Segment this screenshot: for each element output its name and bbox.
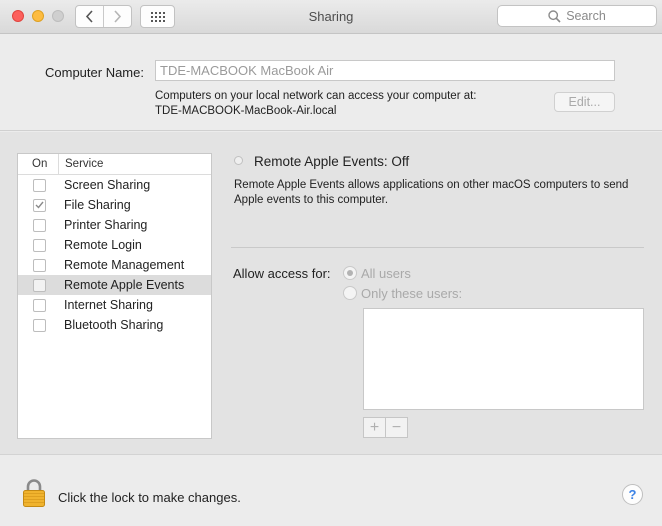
service-list: On Service Screen Sharing File Sharing Pri… <box>17 153 212 439</box>
service-label: Printer Sharing <box>64 218 148 232</box>
service-row[interactable]: Remote Login <box>18 235 211 255</box>
service-checkbox[interactable] <box>33 238 46 252</box>
minimize-window-button[interactable] <box>32 10 44 22</box>
service-row[interactable]: Printer Sharing <box>18 215 211 235</box>
search-placeholder: Search <box>566 9 606 23</box>
service-list-header: On Service <box>18 154 211 175</box>
lock-icon <box>23 479 45 507</box>
all-users-radio[interactable] <box>343 266 357 280</box>
column-header-on[interactable]: On <box>18 154 59 174</box>
network-address-line-1: Computers on your local network can acce… <box>155 90 477 102</box>
add-remove-buttons: + − <box>363 417 408 438</box>
service-row[interactable]: Remote Apple Events <box>18 275 211 295</box>
footer: Click the lock to make changes. ? <box>0 454 662 526</box>
service-row[interactable]: Bluetooth Sharing <box>18 315 211 335</box>
column-header-service[interactable]: Service <box>59 158 103 170</box>
show-all-button[interactable] <box>140 5 175 28</box>
service-row[interactable]: Internet Sharing <box>18 295 211 315</box>
lock-button[interactable] <box>22 478 46 511</box>
service-checkbox[interactable] <box>33 178 46 192</box>
service-checkbox[interactable] <box>33 198 46 212</box>
service-row[interactable]: Remote Management <box>18 255 211 275</box>
only-these-users-label: Only these users: <box>361 286 463 301</box>
search-field[interactable]: Search <box>497 5 657 27</box>
chevron-left-icon <box>86 10 93 23</box>
forward-button[interactable] <box>103 6 131 27</box>
service-label: Remote Login <box>64 238 142 252</box>
service-label: File Sharing <box>64 198 131 212</box>
search-icon <box>548 9 561 23</box>
edit-button[interactable]: Edit... <box>554 92 615 112</box>
service-label: Internet Sharing <box>64 298 153 312</box>
service-checkbox[interactable] <box>33 278 46 292</box>
radio-selected-dot <box>347 270 353 276</box>
network-address-line-2: TDE-MACBOOK-MacBook-Air.local <box>155 105 337 117</box>
network-address-text: Computers on your local network can acce… <box>155 89 477 119</box>
service-checkbox[interactable] <box>33 218 46 232</box>
service-status: Remote Apple Events: Off <box>254 154 410 169</box>
chevron-right-icon <box>114 10 122 23</box>
service-checkbox[interactable] <box>33 298 46 312</box>
computer-name-label: Computer Name: <box>45 65 144 80</box>
computer-name-section: Computer Name: TDE-MACBOOK MacBook Air C… <box>0 35 662 131</box>
service-label: Remote Management <box>64 258 185 272</box>
service-row[interactable]: File Sharing <box>18 195 211 215</box>
title-bar: Sharing Search <box>0 0 662 34</box>
back-button[interactable] <box>76 6 103 27</box>
zoom-window-button[interactable] <box>52 10 64 22</box>
computer-name-field[interactable]: TDE-MACBOOK MacBook Air <box>155 60 615 81</box>
service-row[interactable]: Screen Sharing <box>18 175 211 195</box>
users-list[interactable] <box>363 308 644 410</box>
checkmark-icon <box>35 201 44 209</box>
service-label: Remote Apple Events <box>64 278 185 292</box>
add-user-button[interactable]: + <box>364 418 385 437</box>
all-users-label: All users <box>361 266 411 281</box>
help-button[interactable]: ? <box>622 484 643 505</box>
service-label: Screen Sharing <box>64 178 151 192</box>
service-checkbox[interactable] <box>33 318 46 332</box>
status-indicator <box>234 156 243 165</box>
close-window-button[interactable] <box>12 10 24 22</box>
only-these-users-radio[interactable] <box>343 286 357 300</box>
allow-access-label: Allow access for: <box>233 266 331 281</box>
service-rows: Screen Sharing File Sharing Printer Sharin… <box>18 175 211 335</box>
service-description: Remote Apple Events allows applications … <box>234 179 629 206</box>
navigation-buttons <box>75 5 132 28</box>
divider <box>231 247 644 248</box>
sharing-content: On Service Screen Sharing File Sharing Pri… <box>0 132 662 454</box>
remove-user-button[interactable]: − <box>385 418 407 437</box>
service-checkbox[interactable] <box>33 258 46 272</box>
grid-icon <box>150 11 165 22</box>
service-label: Bluetooth Sharing <box>64 318 164 332</box>
lock-message: Click the lock to make changes. <box>58 490 241 505</box>
